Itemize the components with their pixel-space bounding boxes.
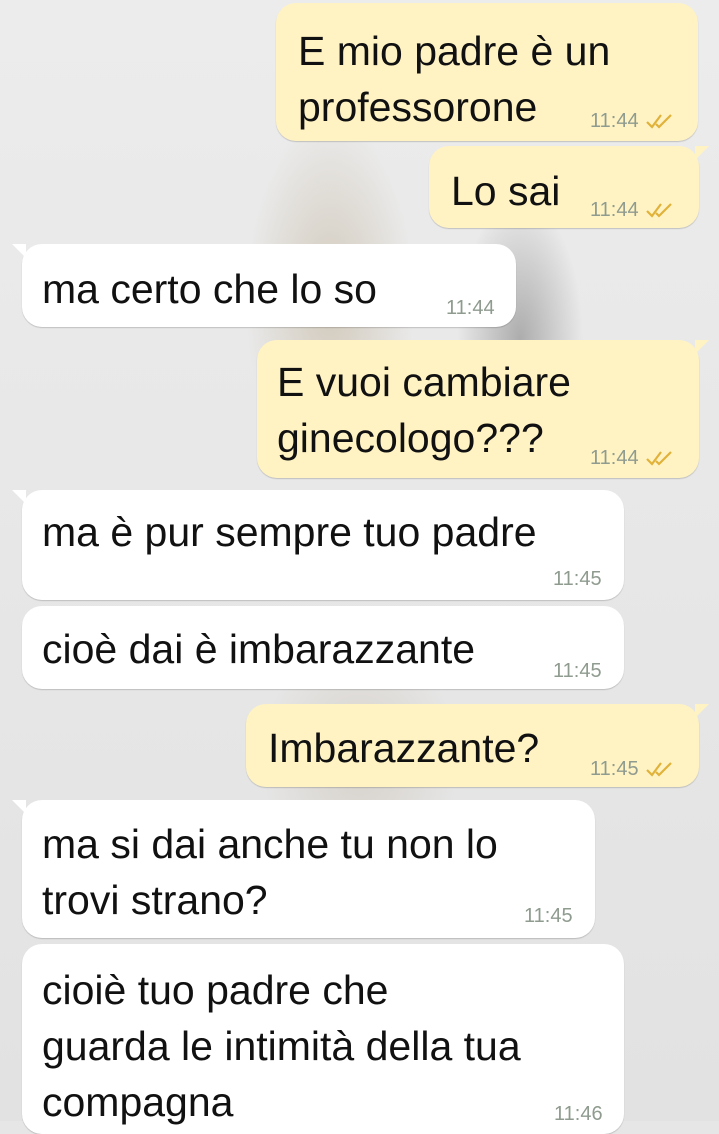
message-bubble-incoming[interactable]: ma si dai anche tu non lo trovi strano? … [12,800,595,938]
message-bubble-incoming[interactable]: cioiè tuo padre che guarda le intimità d… [22,944,624,1134]
double-check-icon [645,114,672,129]
message-meta: 11:46 [554,1104,603,1124]
bubble-tail [695,340,709,354]
message-time: 11:45 [553,568,602,590]
message-time: 11:46 [554,1103,603,1125]
message-bubble-outgoing[interactable]: Lo sai 11:44 [429,146,709,228]
message-time: 11:44 [446,297,495,319]
bubble-tail [695,704,709,718]
message-bubble-incoming[interactable]: ma è pur sempre tuo padre 11:45 [12,490,624,600]
message-meta: 11:45 [524,906,573,926]
message-meta: 11:44 [590,111,675,131]
double-check-icon [645,762,672,777]
message-text: ma si dai anche tu non lo trovi strano? [42,821,498,923]
message-text: cioiè tuo padre che guarda le intimità d… [42,967,521,1125]
message-time: 11:45 [590,758,639,780]
message-text: E mio padre è un professorone [298,28,611,130]
message-bubble-incoming[interactable]: cioè dai è imbarazzante 11:45 [22,606,624,689]
message-meta: 11:45 [553,661,602,681]
message-time: 11:44 [590,110,639,132]
message-text: Imbarazzante? [268,725,540,771]
double-check-icon [645,451,672,466]
message-bubble-outgoing[interactable]: E vuoi cambiare ginecologo??? 11:44 [257,340,709,478]
message-meta: 11:44 [590,200,675,220]
message-bubble-outgoing[interactable]: Imbarazzante? 11:45 [246,704,709,787]
bubble-tail [12,244,26,258]
message-meta: 11:44 [590,448,675,468]
message-text: Lo sai [451,168,561,214]
message-time: 11:45 [524,905,573,927]
message-time: 11:45 [553,660,602,682]
double-check-icon [645,203,672,218]
message-meta: 11:45 [553,569,602,589]
message-text: ma è pur sempre tuo padre [42,509,537,555]
message-meta: 11:45 [590,759,675,779]
message-bubble-incoming[interactable]: ma certo che lo so 11:44 [12,244,516,327]
bubble-tail [12,490,26,504]
message-text: ma certo che lo so [42,266,377,312]
message-time: 11:44 [590,199,639,221]
message-bubble-outgoing[interactable]: E mio padre è un professorone 11:44 [276,3,698,141]
message-meta: 11:44 [446,298,495,318]
bubble-tail [695,146,709,160]
bubble-tail [12,800,26,814]
message-text: cioè dai è imbarazzante [42,626,476,672]
message-time: 11:44 [590,447,639,469]
message-text: E vuoi cambiare ginecologo??? [277,359,571,461]
